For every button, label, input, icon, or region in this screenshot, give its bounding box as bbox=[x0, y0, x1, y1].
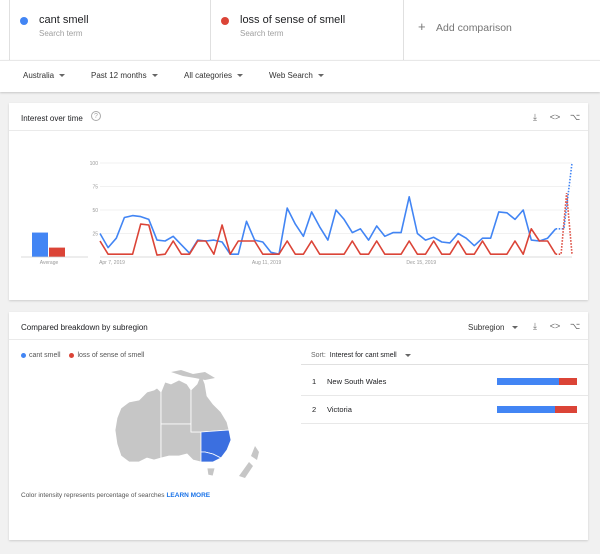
time-filter[interactable]: Past 12 months bbox=[91, 71, 158, 80]
footnote-text: Color intensity represents percentage of… bbox=[21, 492, 165, 499]
table-row[interactable]: 2 Victoria bbox=[301, 397, 588, 424]
region-western-australia[interactable] bbox=[114, 387, 162, 463]
property-filter-label: Web Search bbox=[269, 71, 313, 80]
sort-control[interactable]: Sort: Interest for cant smell bbox=[311, 352, 411, 359]
average-label: Average bbox=[40, 260, 59, 266]
region-tasmania[interactable] bbox=[206, 467, 216, 477]
term-1-color-dot bbox=[20, 17, 28, 25]
x-tick-label: Aug 11, 2019 bbox=[252, 260, 282, 266]
series-line bbox=[99, 195, 557, 255]
share-bar-term-1 bbox=[497, 378, 559, 385]
legend-item-cant-smell: cant smell bbox=[21, 352, 61, 359]
breakdown-toolbar: ⤓ <> ⌥ bbox=[529, 320, 581, 332]
rows-header-divider bbox=[301, 364, 588, 365]
share-bar-term-2 bbox=[558, 378, 577, 385]
term-2-name[interactable]: loss of sense of smell bbox=[240, 14, 345, 26]
legend-label: loss of sense of smell bbox=[77, 352, 145, 359]
term-1-name[interactable]: cant smell bbox=[39, 14, 89, 26]
property-filter[interactable]: Web Search bbox=[269, 71, 324, 80]
series-partial-line bbox=[555, 193, 573, 255]
subregion-label: Subregion bbox=[468, 323, 505, 332]
term-2-subtitle: Search term bbox=[240, 29, 284, 38]
download-icon[interactable]: ⤓ bbox=[529, 320, 541, 332]
term-2-color-dot bbox=[221, 17, 229, 25]
add-comparison-button[interactable]: + Add comparison bbox=[404, 0, 589, 60]
y-tick-label: 25 bbox=[92, 232, 98, 238]
plus-icon: + bbox=[418, 19, 426, 34]
caret-down-icon bbox=[237, 74, 244, 78]
average-bar bbox=[49, 247, 65, 257]
caret-down-icon bbox=[151, 74, 158, 78]
x-tick-label: Dec 15, 2019 bbox=[406, 260, 436, 266]
download-icon[interactable]: ⤓ bbox=[529, 111, 541, 123]
region-new-zealand-north bbox=[251, 446, 259, 460]
embed-icon[interactable]: <> bbox=[549, 320, 561, 332]
interest-chart: 100 75 50 25 Average Apr 7, 2019 Aug 11, 2019 D… bbox=[21, 161, 573, 266]
region-filter-label: Australia bbox=[23, 71, 55, 80]
share-icon[interactable]: ⌥ bbox=[569, 111, 581, 123]
share-icon[interactable]: ⌥ bbox=[569, 320, 581, 332]
category-filter-label: All categories bbox=[184, 71, 233, 80]
interest-over-time-card: Interest over time ? ⤓ <> ⌥ 100 75 50 25 Ave… bbox=[9, 103, 588, 300]
y-tick-label: 100 bbox=[90, 161, 99, 167]
card-divider bbox=[9, 339, 588, 340]
legend-dot bbox=[69, 352, 75, 358]
category-filter[interactable]: All categories bbox=[184, 71, 244, 80]
average-bar bbox=[32, 232, 48, 257]
table-row[interactable]: 1 New South Wales bbox=[301, 369, 588, 396]
share-bar-term-2 bbox=[555, 406, 577, 413]
caret-down-icon bbox=[512, 326, 519, 330]
row-rank: 1 bbox=[312, 377, 317, 386]
row-region-name: New South Wales bbox=[327, 377, 387, 386]
sort-value: Interest for cant smell bbox=[329, 352, 397, 359]
row-region-name: Victoria bbox=[327, 405, 352, 414]
search-term-2[interactable]: loss of sense of smell Search term bbox=[211, 0, 404, 60]
time-filter-label: Past 12 months bbox=[91, 71, 147, 80]
legend-dot bbox=[21, 352, 26, 358]
card-divider bbox=[9, 130, 588, 131]
map-legend: cant smell loss of sense of smell bbox=[21, 352, 151, 359]
chart-toolbar: ⤓ <> ⌥ bbox=[529, 111, 581, 123]
region-queensland[interactable] bbox=[190, 372, 230, 433]
filters-bar: Australia Past 12 months All categories … bbox=[0, 60, 600, 92]
caret-down-icon bbox=[59, 74, 66, 78]
row-rank: 2 bbox=[312, 405, 317, 414]
caret-down-icon bbox=[317, 74, 324, 78]
sort-label: Sort: bbox=[311, 352, 326, 359]
region-new-guinea bbox=[171, 370, 215, 380]
region-filter[interactable]: Australia bbox=[23, 71, 66, 80]
region-new-zealand-south bbox=[239, 462, 253, 478]
search-terms-bar: cant smell Search term loss of sense of … bbox=[0, 0, 600, 60]
breakdown-card: Compared breakdown by subregion Subregio… bbox=[9, 312, 588, 540]
y-tick-label: 75 bbox=[92, 185, 98, 191]
region-northern-territory[interactable] bbox=[160, 379, 192, 425]
x-tick-label: Apr 7, 2019 bbox=[99, 260, 125, 266]
embed-icon[interactable]: <> bbox=[549, 111, 561, 123]
interest-over-time-title: Interest over time bbox=[21, 114, 83, 123]
series-partial-line bbox=[555, 162, 573, 230]
australia-map[interactable] bbox=[109, 370, 269, 485]
share-bar-term-1 bbox=[497, 406, 556, 413]
legend-item-loss-of-smell: loss of sense of smell bbox=[69, 352, 144, 359]
caret-down-icon bbox=[404, 353, 411, 357]
subregion-dropdown[interactable]: Subregion bbox=[468, 323, 519, 332]
term-1-subtitle: Search term bbox=[39, 29, 83, 38]
learn-more-link[interactable]: LEARN MORE bbox=[166, 492, 210, 499]
row-share-bar bbox=[497, 378, 577, 385]
row-share-bar bbox=[497, 406, 577, 413]
help-icon[interactable]: ? bbox=[91, 111, 101, 121]
map-footnote: Color intensity represents percentage of… bbox=[21, 492, 210, 499]
legend-label: cant smell bbox=[29, 352, 61, 359]
search-term-1[interactable]: cant smell Search term bbox=[9, 0, 211, 60]
breakdown-title: Compared breakdown by subregion bbox=[21, 323, 148, 332]
y-tick-label: 50 bbox=[92, 208, 98, 214]
add-comparison-label: Add comparison bbox=[436, 22, 512, 34]
